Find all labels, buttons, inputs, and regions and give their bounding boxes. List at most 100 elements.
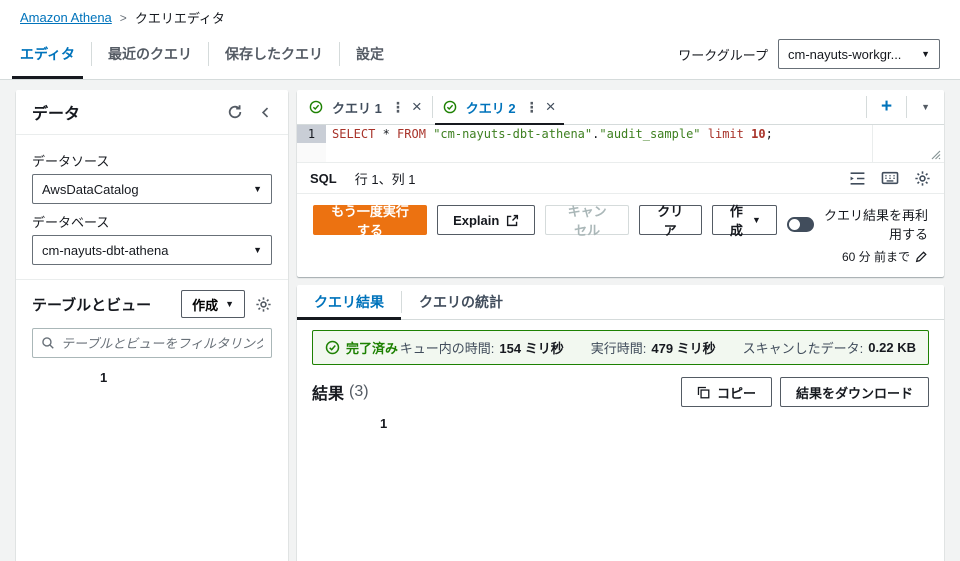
results-header: 結果 (3) コピー 結果をダウンロード	[297, 373, 944, 411]
database-value: cm-nayuts-dbt-athena	[42, 242, 169, 258]
reuse-results-label: クエリ結果を再利用する	[823, 208, 928, 242]
data-panel: データ データソース AwsDataCatalog ▼ データベース cm-na…	[16, 90, 288, 561]
sql-string: "cm-nayuts-dbt-athena"	[433, 127, 593, 141]
explain-button-label: Explain	[453, 212, 500, 228]
copy-button[interactable]: コピー	[680, 377, 772, 407]
metric-value: 154 ミリ秒	[499, 341, 564, 356]
refresh-icon[interactable]	[227, 104, 243, 120]
clear-button[interactable]: クリア	[638, 204, 702, 238]
tab-editor[interactable]: エディタ	[4, 29, 91, 79]
sql-code-line[interactable]: SELECT * FROM "cm-nayuts-dbt-athena"."au…	[326, 125, 872, 162]
queue-time-metric: キュー内の時間: 154 ミリ秒	[400, 338, 564, 357]
caret-down-icon: ▼	[253, 245, 262, 255]
sql-editor[interactable]: 1 SELECT * FROM "cm-nayuts-dbt-athena"."…	[297, 125, 944, 163]
data-panel-body: データソース AwsDataCatalog ▼ データベース cm-nayuts…	[16, 135, 288, 279]
create-button[interactable]: 作成 ▼	[181, 290, 245, 318]
caret-down-icon: ▼	[253, 184, 262, 194]
editor-right-gutter	[872, 125, 944, 162]
workgroup-label: ワークグループ	[678, 47, 768, 63]
tab-list-caret-icon[interactable]: ▼	[907, 102, 944, 112]
content-area: データ データソース AwsDataCatalog ▼ データベース cm-na…	[0, 80, 960, 561]
success-check-icon	[443, 100, 457, 114]
results-search-row: ‹ 1 ›	[297, 411, 944, 561]
close-icon[interactable]: ×	[546, 97, 556, 117]
tables-filter-input[interactable]	[61, 335, 263, 351]
breadcrumb-home-link[interactable]: Amazon Athena	[20, 10, 112, 25]
tab-saved-queries[interactable]: 保存したクエリ	[209, 29, 339, 79]
copy-button-label: コピー	[716, 385, 756, 401]
metric-value: 479 ミリ秒	[651, 341, 716, 356]
editor-status-bar: SQL 行 1、列 1	[297, 163, 944, 194]
athena-query-editor-page: Amazon Athena > クエリエディタ エディタ 最近のクエリ 保存した…	[0, 0, 960, 561]
close-icon[interactable]: ×	[412, 97, 422, 117]
datasource-select[interactable]: AwsDataCatalog ▼	[32, 174, 272, 204]
run-time-metric: 実行時間: 479 ミリ秒	[591, 338, 716, 357]
nav-row: エディタ 最近のクエリ 保存したクエリ 設定 ワークグループ cm-nayuts…	[0, 29, 960, 79]
edit-pencil-icon[interactable]	[915, 250, 928, 263]
main-column: クエリ 1 ⋮ × クエリ 2 ⋮ × + ▼ 1 SELECT * FROM …	[297, 90, 944, 561]
datasource-label: データソース	[32, 154, 110, 169]
data-panel-header: データ	[16, 90, 288, 135]
top-bar: Amazon Athena > クエリエディタ エディタ 最近のクエリ 保存した…	[0, 0, 960, 80]
download-results-button[interactable]: 結果をダウンロード	[779, 377, 929, 407]
query-tab-bar: クエリ 1 ⋮ × クエリ 2 ⋮ × + ▼	[297, 90, 944, 125]
tab-query-stats[interactable]: クエリの統計	[402, 285, 520, 319]
nav-tabs: エディタ 最近のクエリ 保存したクエリ 設定	[4, 29, 400, 79]
data-scanned-metric: スキャンしたデータ: 0.22 KB	[743, 338, 916, 357]
create-button-label: 作成	[192, 297, 219, 313]
external-link-icon	[506, 214, 519, 227]
create-dropdown-button[interactable]: 作成 ▼	[711, 204, 777, 238]
editor-actions-row: もう一度実行する Explain キャンセル クリア 作成 ▼ クエリ結果を再利…	[297, 194, 944, 277]
results-count: (3)	[349, 383, 369, 400]
language-indicator: SQL	[310, 170, 337, 186]
sql-keyword: limit	[700, 127, 752, 141]
results-tab-bar: クエリ結果 クエリの統計	[297, 285, 944, 320]
status-text: 完了済み	[346, 341, 399, 356]
keyboard-shortcuts-icon[interactable]	[881, 169, 899, 187]
run-again-button[interactable]: もう一度実行する	[313, 204, 428, 238]
workgroup-select[interactable]: cm-nayuts-workgr... ▼	[778, 39, 940, 69]
query-status-banner: 完了済み キュー内の時間: 154 ミリ秒 実行時間: 479 ミリ秒 スキャン…	[312, 330, 929, 365]
database-label: データベース	[32, 215, 110, 230]
kebab-menu-icon[interactable]: ⋮	[391, 99, 405, 116]
line-number: 1	[297, 125, 326, 143]
metric-label: キュー内の時間:	[399, 341, 495, 356]
workgroup-control: ワークグループ cm-nayuts-workgr... ▼	[678, 39, 940, 69]
reuse-duration: 60 分 前まで	[841, 250, 910, 264]
sql-text: ;	[765, 127, 773, 141]
line-number-gutter: 1	[297, 125, 326, 162]
format-indent-icon[interactable]	[849, 170, 866, 187]
cursor-position: 行 1、列 1	[354, 171, 416, 187]
tab-recent-queries[interactable]: 最近のクエリ	[92, 29, 208, 79]
sql-keyword: SELECT	[332, 127, 376, 141]
add-query-tab-icon[interactable]: +	[867, 96, 906, 118]
query-results-card: クエリ結果 クエリの統計 完了済み キュー内の時間: 154 ミリ秒 実行時間:…	[297, 285, 944, 561]
caret-down-icon: ▼	[752, 215, 761, 225]
kebab-menu-icon[interactable]: ⋮	[525, 99, 539, 116]
query-tab-2[interactable]: クエリ 2 ⋮ ×	[433, 90, 566, 125]
breadcrumb-current: クエリエディタ	[134, 11, 225, 26]
reuse-results-toggle[interactable]	[786, 216, 814, 232]
explain-button[interactable]: Explain	[437, 205, 536, 235]
query-tab-label: クエリ 1	[332, 100, 382, 116]
gear-icon[interactable]	[914, 170, 931, 187]
database-select[interactable]: cm-nayuts-dbt-athena ▼	[32, 235, 272, 265]
tab-settings[interactable]: 設定	[340, 29, 400, 79]
metric-label: スキャンしたデータ:	[742, 341, 864, 356]
collapse-panel-icon[interactable]	[259, 106, 272, 119]
sql-text: *	[375, 127, 398, 141]
resize-handle[interactable]	[931, 150, 941, 160]
cancel-button[interactable]: キャンセル	[545, 204, 629, 238]
create-dropdown-label: 作成	[729, 204, 743, 238]
datasource-value: AwsDataCatalog	[42, 181, 139, 197]
query-tab-1[interactable]: クエリ 1 ⋮ ×	[299, 90, 432, 124]
tables-group-row[interactable]: ▼ テーブル (3) ‹ 1 ›	[32, 370, 272, 561]
caret-down-icon: ▼	[225, 299, 234, 309]
gear-icon[interactable]	[255, 296, 272, 313]
tables-views-title: テーブルとビュー	[32, 296, 152, 314]
tab-query-results[interactable]: クエリ結果	[297, 285, 401, 320]
success-check-icon	[309, 100, 323, 114]
data-panel-title: データ	[32, 106, 81, 123]
metric-label: 実行時間:	[590, 341, 647, 356]
search-icon	[41, 336, 55, 350]
